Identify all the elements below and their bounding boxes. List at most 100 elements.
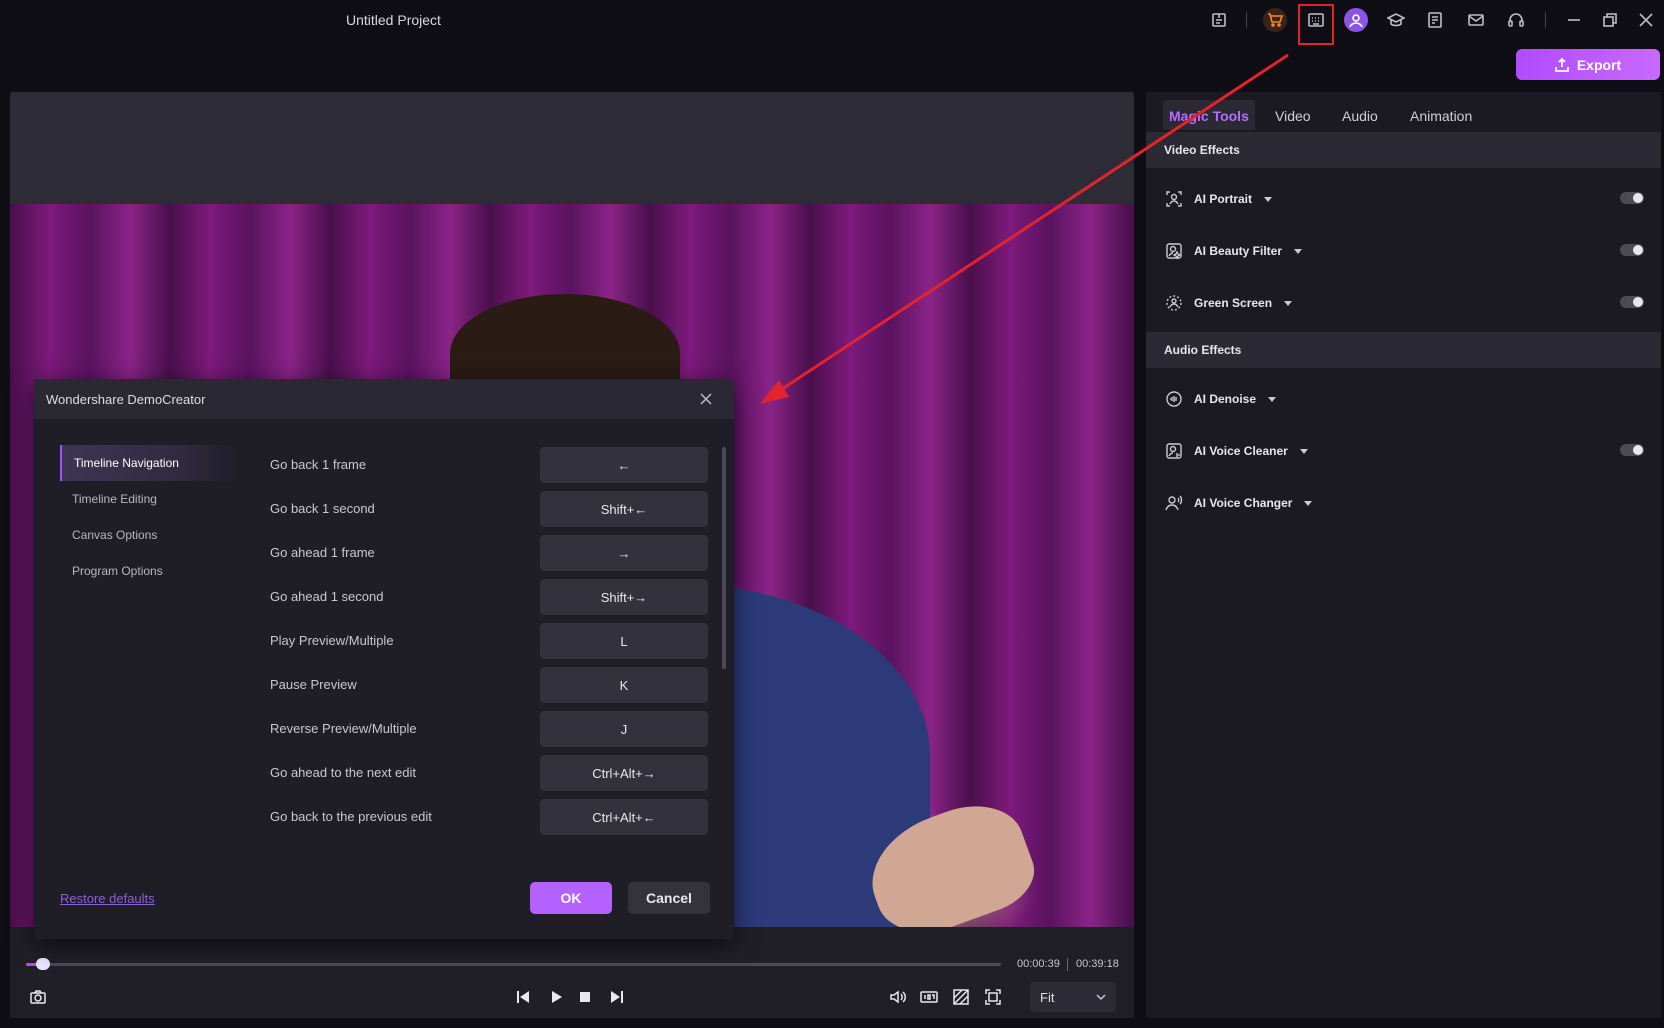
shortcut-row: Go back to the previous edit Ctrl+Alt+←: [270, 799, 740, 835]
category-timeline-navigation[interactable]: Timeline Navigation: [60, 445, 236, 481]
time-divider: [1067, 958, 1068, 971]
shortcut-row: Reverse Preview/Multiple J: [270, 711, 740, 747]
fx-ai-beauty-filter[interactable]: AI Beauty Filter: [1164, 239, 1644, 263]
restore-icon[interactable]: [1598, 8, 1622, 32]
caret-down-icon[interactable]: [1268, 396, 1277, 402]
category-program-options[interactable]: Program Options: [60, 553, 236, 589]
shortcut-key-field[interactable]: Shift+→: [540, 579, 708, 615]
denoise-icon: [1164, 389, 1184, 409]
total-time: 00:39:18: [1076, 958, 1119, 970]
volume-icon[interactable]: [887, 986, 909, 1008]
shortcut-row: Go ahead 1 second Shift+→: [270, 579, 740, 615]
caret-down-icon[interactable]: [1304, 500, 1313, 506]
project-title: Untitled Project: [346, 12, 441, 28]
shortcut-row: Go back 1 second Shift+←: [270, 491, 740, 527]
cart-icon[interactable]: [1263, 8, 1287, 32]
ai-voice-cleaner-toggle[interactable]: [1620, 444, 1644, 456]
support-icon[interactable]: [1504, 8, 1528, 32]
snapshot-icon[interactable]: [27, 986, 49, 1008]
ai-portrait-toggle[interactable]: [1620, 192, 1644, 204]
shortcut-key-field[interactable]: Ctrl+Alt+←: [540, 799, 708, 835]
fx-label: AI Voice Changer: [1194, 496, 1293, 510]
caret-down-icon[interactable]: [1284, 300, 1293, 306]
previous-frame-icon[interactable]: [512, 986, 534, 1008]
properties-tabs: Magic Tools Video Audio Animation: [1146, 92, 1661, 132]
caret-down-icon[interactable]: [1299, 448, 1308, 454]
fit-value: Fit: [1040, 990, 1055, 1005]
keyboard-shortcuts-dialog: Wondershare DemoCreator Timeline Navigat…: [34, 379, 734, 939]
fx-label: AI Beauty Filter: [1194, 244, 1283, 258]
fx-label: Green Screen: [1194, 296, 1273, 310]
shortcut-key-field[interactable]: L: [540, 623, 708, 659]
divider: [1246, 12, 1247, 28]
ok-button[interactable]: OK: [530, 882, 612, 914]
video-effects-header: Video Effects: [1146, 132, 1661, 168]
green-screen-toggle[interactable]: [1620, 296, 1644, 308]
voice-cleaner-icon: [1164, 441, 1184, 461]
play-icon[interactable]: [545, 986, 567, 1008]
export-label: Export: [1576, 56, 1622, 73]
task-icon[interactable]: [1424, 8, 1448, 32]
shortcut-key-field[interactable]: J: [540, 711, 708, 747]
portrait-icon: [1164, 189, 1184, 209]
scrubber-handle[interactable]: [36, 958, 50, 970]
tab-audio[interactable]: Audio: [1336, 100, 1384, 130]
fx-label: AI Portrait: [1194, 192, 1253, 206]
dialog-scrollbar[interactable]: [722, 447, 726, 669]
mail-icon[interactable]: [1464, 8, 1488, 32]
shortcut-key-field[interactable]: Shift+←: [540, 491, 708, 527]
zoom-fit-select[interactable]: Fit: [1030, 982, 1116, 1012]
preview-top-area: [10, 92, 1134, 204]
close-icon[interactable]: [1634, 8, 1658, 32]
divider: [1545, 12, 1546, 28]
stop-icon[interactable]: [574, 986, 596, 1008]
audio-effects-header: Audio Effects: [1146, 332, 1661, 368]
shortcut-action: Go ahead 1 second: [270, 589, 384, 604]
shortcut-action: Play Preview/Multiple: [270, 633, 394, 648]
fx-ai-portrait[interactable]: AI Portrait: [1164, 187, 1644, 211]
learn-icon[interactable]: [1384, 8, 1408, 32]
green-screen-icon: [1164, 293, 1184, 313]
export-icon: [1554, 57, 1569, 72]
caret-down-icon[interactable]: [1264, 196, 1273, 202]
aspect-ratio-icon[interactable]: [918, 986, 940, 1008]
fx-label: AI Denoise: [1194, 392, 1257, 406]
category-timeline-editing[interactable]: Timeline Editing: [60, 481, 236, 517]
playback-scrubber[interactable]: [26, 963, 1001, 966]
fx-ai-denoise[interactable]: AI Denoise: [1164, 387, 1644, 411]
ai-beauty-filter-toggle[interactable]: [1620, 244, 1644, 256]
shortcut-row: Play Preview/Multiple L: [270, 623, 740, 659]
dialog-header: Wondershare DemoCreator: [34, 379, 734, 419]
caret-down-icon[interactable]: [1294, 248, 1303, 254]
shortcut-action: Go back to the previous edit: [270, 809, 432, 824]
export-button[interactable]: Export: [1516, 49, 1660, 80]
shortcut-key-field[interactable]: ←: [540, 447, 708, 483]
shortcut-action: Reverse Preview/Multiple: [270, 721, 417, 736]
properties-panel: Magic Tools Video Audio Animation Video …: [1146, 92, 1661, 1018]
fullscreen-icon[interactable]: [982, 986, 1004, 1008]
close-icon[interactable]: [698, 391, 714, 407]
shortcut-action: Go ahead to the next edit: [270, 765, 416, 780]
shortcut-key-field[interactable]: Ctrl+Alt+→: [540, 755, 708, 791]
cancel-button[interactable]: Cancel: [628, 882, 710, 914]
category-canvas-options[interactable]: Canvas Options: [60, 517, 236, 553]
shortcut-key-field[interactable]: K: [540, 667, 708, 703]
fx-green-screen[interactable]: Green Screen: [1164, 291, 1644, 315]
next-frame-icon[interactable]: [606, 986, 628, 1008]
tab-magic-tools[interactable]: Magic Tools: [1163, 100, 1255, 130]
voice-changer-icon: [1164, 493, 1184, 513]
shortcut-key-field[interactable]: →: [540, 535, 708, 571]
restore-defaults-link[interactable]: Restore defaults: [60, 891, 155, 906]
dialog-title: Wondershare DemoCreator: [46, 392, 206, 407]
fx-ai-voice-changer[interactable]: AI Voice Changer: [1164, 491, 1644, 515]
fx-ai-voice-cleaner[interactable]: AI Voice Cleaner: [1164, 439, 1644, 463]
minimize-icon[interactable]: [1562, 8, 1586, 32]
annotation-highlight-box: [1298, 4, 1334, 45]
publish-icon[interactable]: [1207, 8, 1231, 32]
shortcut-row: Pause Preview K: [270, 667, 740, 703]
tab-video[interactable]: Video: [1269, 100, 1317, 130]
tab-animation[interactable]: Animation: [1404, 100, 1478, 130]
account-avatar[interactable]: [1344, 8, 1368, 32]
shortcut-row: Go back 1 frame ←: [270, 447, 740, 483]
safe-zone-icon[interactable]: [950, 986, 972, 1008]
